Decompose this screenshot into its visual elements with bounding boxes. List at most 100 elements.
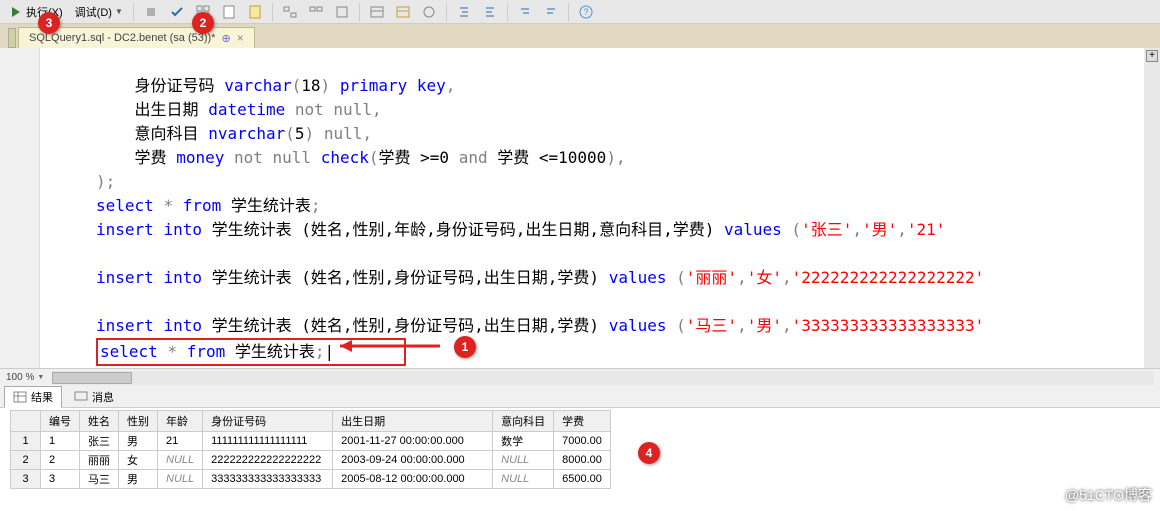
grid-cell[interactable]: 333333333333333333 <box>203 470 333 489</box>
hscroll-track[interactable] <box>52 371 1154 385</box>
results-tab-label: 结果 <box>31 389 53 405</box>
grid-cell[interactable]: 丽丽 <box>80 451 119 470</box>
tool-button[interactable] <box>243 3 267 21</box>
grid-cell[interactable]: 男 <box>119 432 158 451</box>
outdent-icon <box>483 5 497 19</box>
tool-button[interactable] <box>304 3 328 21</box>
grid-cell[interactable]: 女 <box>119 451 158 470</box>
grid-cell[interactable]: 2 <box>41 451 80 470</box>
grid-cell[interactable]: 3 <box>11 470 41 489</box>
tool-button[interactable] <box>365 3 389 21</box>
uncomment-icon <box>544 5 558 19</box>
results-grid[interactable]: 编号 姓名 性别 年龄 身份证号码 出生日期 意向科目 学费 11张三男2111… <box>10 410 611 489</box>
uncomment-button[interactable] <box>539 3 563 21</box>
grid-cell[interactable]: NULL <box>158 451 203 470</box>
outdent-button[interactable] <box>478 3 502 21</box>
toolbar-separator <box>568 3 569 21</box>
grid-cell[interactable]: 8000.00 <box>554 451 611 470</box>
toolbar-separator <box>359 3 360 21</box>
tool-button[interactable] <box>417 3 441 21</box>
dropdown-arrow-icon[interactable]: ▼ <box>37 374 44 381</box>
pin-icon[interactable]: ⊕ <box>221 32 230 45</box>
tool-button[interactable] <box>217 3 241 21</box>
grid-header[interactable]: 性别 <box>119 411 158 432</box>
stop-button[interactable] <box>139 3 163 21</box>
table-row[interactable]: 33马三男NULL3333333333333333332005-08-12 00… <box>11 470 611 489</box>
grid-cell[interactable]: 2005-08-12 00:00:00.000 <box>333 470 493 489</box>
schema-icon <box>283 5 297 19</box>
indent-button[interactable] <box>452 3 476 21</box>
grid-header[interactable]: 学费 <box>554 411 611 432</box>
grid-cell[interactable]: 7000.00 <box>554 432 611 451</box>
editor-gutter <box>0 48 40 368</box>
toolbar-separator <box>446 3 447 21</box>
code-editor[interactable]: 身份证号码 varchar(18) primary key, 出生日期 date… <box>0 48 1160 368</box>
dropdown-arrow-icon: ▼ <box>115 7 123 16</box>
zoom-level[interactable]: 100 % <box>6 372 34 383</box>
grid-cell[interactable]: 数学 <box>493 432 554 451</box>
grid-header[interactable]: 出生日期 <box>333 411 493 432</box>
table2-icon <box>396 5 410 19</box>
toolbar-separator <box>133 3 134 21</box>
grid-icon <box>13 390 27 404</box>
tab-title: SQLQuery1.sql - DC2.benet (sa (53))* <box>29 32 215 44</box>
comment-button[interactable] <box>513 3 537 21</box>
hscroll-thumb[interactable] <box>52 372 132 384</box>
doc-icon <box>222 5 236 19</box>
help-button[interactable]: ? <box>574 3 598 21</box>
callout-arrow <box>340 334 460 364</box>
callout-3: 3 <box>38 12 60 34</box>
close-icon[interactable]: × <box>237 31 244 45</box>
grid-cell[interactable]: 1 <box>41 432 80 451</box>
grid-header[interactable]: 身份证号码 <box>203 411 333 432</box>
tool-icon <box>422 5 436 19</box>
grid-cell[interactable]: 马三 <box>80 470 119 489</box>
grid-cell[interactable]: 2001-11-27 00:00:00.000 <box>333 432 493 451</box>
grid-cell[interactable]: 1 <box>11 432 41 451</box>
grid-cell[interactable]: NULL <box>158 470 203 489</box>
code-content[interactable]: 身份证号码 varchar(18) primary key, 出生日期 date… <box>40 48 1160 368</box>
tool-button[interactable] <box>330 3 354 21</box>
editor-toggle-bar[interactable]: + <box>1144 48 1160 368</box>
collapse-icon[interactable]: + <box>1146 50 1158 62</box>
results-tabs: 结果 消息 <box>0 386 1160 408</box>
tool-button[interactable] <box>391 3 415 21</box>
grid-header[interactable]: 编号 <box>41 411 80 432</box>
tab-handle[interactable] <box>8 28 16 48</box>
svg-text:?: ? <box>583 7 588 17</box>
grid-cell[interactable]: 张三 <box>80 432 119 451</box>
grid-header[interactable] <box>11 411 41 432</box>
grid-cell[interactable]: 男 <box>119 470 158 489</box>
tab-messages[interactable]: 消息 <box>66 387 122 407</box>
grid-header[interactable]: 意向科目 <box>493 411 554 432</box>
table-row[interactable]: 11张三男211111111111111111112001-11-27 00:0… <box>11 432 611 451</box>
indent-icon <box>457 5 471 19</box>
message-icon <box>74 390 88 404</box>
table-icon <box>370 5 384 19</box>
messages-tab-label: 消息 <box>92 389 114 405</box>
table-row[interactable]: 22丽丽女NULL2222222222222222222003-09-24 00… <box>11 451 611 470</box>
grid-cell[interactable]: 3 <box>41 470 80 489</box>
grid-cell[interactable]: 21 <box>158 432 203 451</box>
results-grid-area: 编号 姓名 性别 年龄 身份证号码 出生日期 意向科目 学费 11张三男2111… <box>0 408 1160 491</box>
grid-cell[interactable]: 111111111111111111 <box>203 432 333 451</box>
grid-cell[interactable]: 222222222222222222 <box>203 451 333 470</box>
document-tabs: SQLQuery1.sql - DC2.benet (sa (53))* ⊕ × <box>0 24 1160 48</box>
grid-header[interactable]: 姓名 <box>80 411 119 432</box>
grid-cell[interactable]: 2 <box>11 451 41 470</box>
grid-cell[interactable]: NULL <box>493 451 554 470</box>
comment-icon <box>518 5 532 19</box>
toolbar-separator <box>507 3 508 21</box>
grid-cell[interactable]: 6500.00 <box>554 470 611 489</box>
callout-1: 1 <box>454 336 476 358</box>
debug-button[interactable]: 调试(D) ▼ <box>70 2 128 22</box>
grid-cell[interactable]: NULL <box>493 470 554 489</box>
tool-button[interactable] <box>278 3 302 21</box>
debug-label: 调试(D) <box>75 4 112 20</box>
parse-button[interactable] <box>165 3 189 21</box>
play-icon <box>9 5 23 19</box>
tab-results[interactable]: 结果 <box>4 386 62 408</box>
callout-4: 4 <box>638 442 660 464</box>
grid-header[interactable]: 年龄 <box>158 411 203 432</box>
grid-cell[interactable]: 2003-09-24 00:00:00.000 <box>333 451 493 470</box>
